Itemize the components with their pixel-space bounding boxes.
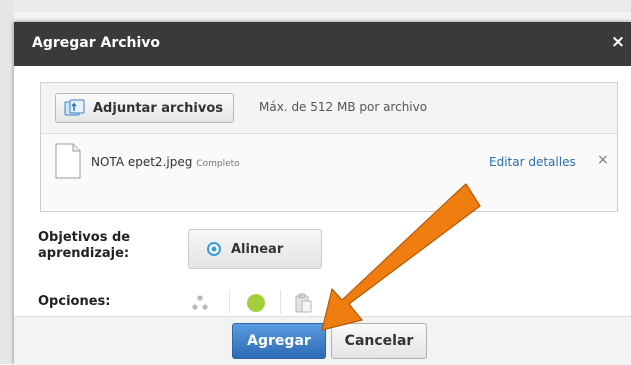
options-label: Opciones: (38, 294, 111, 309)
document-icon (55, 143, 81, 179)
max-size-note: Máx. de 512 MB por archivo (259, 100, 428, 114)
learning-objectives-label: Objetivos de aprendizaje: (38, 230, 131, 261)
attach-files-icon (64, 99, 85, 116)
target-icon (207, 242, 221, 256)
upload-header: Adjuntar archivos Máx. de 512 MB por arc… (41, 83, 617, 134)
backdrop-top-strip (0, 0, 631, 12)
remove-file-icon[interactable]: × (597, 152, 609, 168)
options-divider (229, 290, 230, 314)
align-label: Alinear (231, 241, 284, 257)
upload-area: Adjuntar archivos Máx. de 512 MB por arc… (40, 82, 618, 212)
dialog-title: Agregar Archivo (32, 35, 161, 51)
status-dot-icon[interactable] (247, 294, 265, 312)
file-name-text: NOTA epet2.jpeg (91, 155, 193, 169)
dialog-footer: Agregar Cancelar (14, 316, 631, 365)
dialog-titlebar: Agregar Archivo × (14, 22, 631, 66)
attach-files-button[interactable]: Adjuntar archivos (55, 93, 234, 123)
file-status: Completo (196, 159, 240, 169)
options-divider (280, 290, 281, 314)
add-file-dialog: Agregar Archivo × Adjuntar archivos Máx.… (14, 22, 631, 365)
clipboard-icon[interactable] (294, 292, 312, 314)
file-row: NOTA epet2.jpeg Completo Editar detalles … (41, 134, 617, 210)
attach-files-label: Adjuntar archivos (93, 100, 223, 116)
add-button[interactable]: Agregar (232, 323, 326, 359)
file-name: NOTA epet2.jpeg Completo (91, 155, 240, 169)
cancel-button[interactable]: Cancelar (331, 323, 427, 359)
share-icon[interactable] (191, 294, 209, 312)
close-icon[interactable]: × (609, 32, 627, 54)
align-button[interactable]: Alinear (188, 229, 322, 269)
backdrop-left-edge (0, 0, 14, 364)
edit-details-link[interactable]: Editar detalles (489, 155, 576, 169)
